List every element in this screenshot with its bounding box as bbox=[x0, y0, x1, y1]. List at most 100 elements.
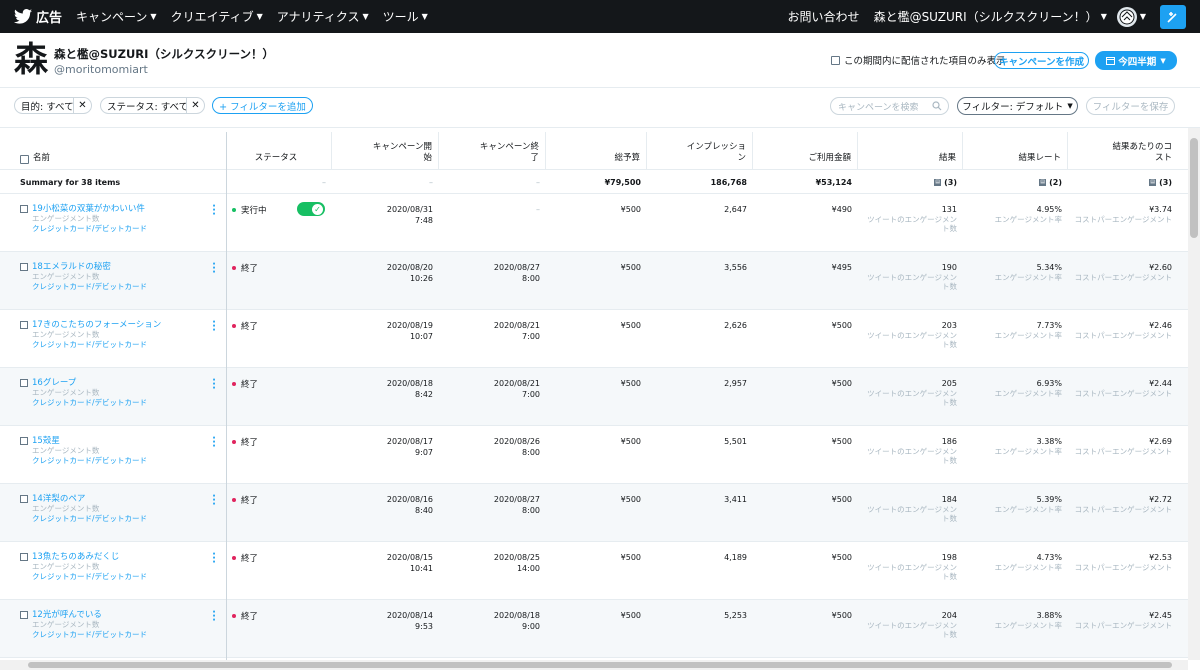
period-button[interactable]: 今四半期 ▼ bbox=[1095, 51, 1177, 70]
campaign-name-link[interactable]: 14洋梨のペア bbox=[32, 494, 232, 504]
campaign-payment[interactable]: クレジットカード/デビットカード bbox=[32, 456, 232, 466]
campaign-name-link[interactable]: 15殻星 bbox=[32, 436, 232, 446]
campaign-name-link[interactable]: 18エメラルドの秘密 bbox=[32, 262, 232, 272]
header-name[interactable]: 名前 bbox=[0, 132, 226, 170]
more-options-icon[interactable]: · · · bbox=[211, 492, 217, 510]
header-rate[interactable]: 結果レート bbox=[963, 132, 1068, 170]
cost-cell: ¥2.69 コストパーエンゲージメント bbox=[1068, 436, 1178, 456]
end-cell: 2020/08/27 8:00 bbox=[439, 494, 546, 516]
campaign-name-cell: 16グレープ エンゲージメント数 クレジットカード/デビットカード bbox=[32, 378, 232, 408]
campaign-payment[interactable]: クレジットカード/デビットカード bbox=[32, 572, 232, 582]
row-checkbox[interactable] bbox=[20, 437, 28, 445]
vertical-scrollbar[interactable] bbox=[1188, 128, 1200, 660]
end-date: 2020/08/21 bbox=[493, 321, 540, 330]
campaign-payment[interactable]: クレジットカード/デビットカード bbox=[32, 340, 232, 350]
create-campaign-button[interactable]: キャンペーンを作成 bbox=[994, 52, 1089, 69]
row-checkbox[interactable] bbox=[20, 495, 28, 503]
nav-contact[interactable]: お問い合わせ bbox=[788, 8, 860, 25]
campaign-name-link[interactable]: 12光が呼んでいる bbox=[32, 610, 232, 620]
cost-value: ¥2.53 bbox=[1149, 553, 1172, 562]
summary-impressions: 186,768 bbox=[710, 177, 747, 187]
header-spend[interactable]: ご利用金額 bbox=[753, 132, 858, 170]
compose-button[interactable] bbox=[1160, 4, 1186, 29]
nav-tools[interactable]: ツール ▼ bbox=[383, 8, 428, 25]
start-date: 2020/08/19 bbox=[386, 321, 433, 330]
period-only-checkbox[interactable]: この期間内に配信された項目のみ表示 bbox=[831, 53, 1006, 67]
results-value: 205 bbox=[941, 379, 957, 388]
campaign-toggle[interactable]: ✓ bbox=[297, 202, 325, 216]
filter-default-dropdown[interactable]: フィルター: デフォルト ▼ bbox=[957, 97, 1078, 115]
campaign-name-link[interactable]: 13魚たちのあみだくじ bbox=[32, 552, 232, 562]
row-checkbox[interactable] bbox=[20, 553, 28, 561]
save-filter-button[interactable]: フィルターを保存 bbox=[1086, 97, 1175, 115]
campaign-payment[interactable]: クレジットカード/デビットカード bbox=[32, 282, 232, 292]
close-icon[interactable]: ✕ bbox=[186, 98, 204, 113]
more-options-icon[interactable]: · · · bbox=[211, 202, 217, 220]
row-checkbox[interactable] bbox=[20, 205, 28, 213]
row-checkbox[interactable] bbox=[20, 263, 28, 271]
campaign-name-link[interactable]: 19小松菜の双葉がかわいい件 bbox=[32, 204, 232, 214]
header-results[interactable]: 結果 bbox=[858, 132, 963, 170]
results-badge-icon: ▤ bbox=[1149, 178, 1157, 186]
campaign-payment[interactable]: クレジットカード/デビットカード bbox=[32, 224, 232, 234]
more-options-icon[interactable]: · · · bbox=[211, 318, 217, 336]
campaign-objective: エンゲージメント数 bbox=[32, 272, 100, 281]
add-filter-button[interactable]: + フィルターを追加 bbox=[212, 97, 313, 114]
status-cell: 実行中 bbox=[232, 204, 267, 216]
chevron-down-icon: ▼ bbox=[256, 12, 263, 21]
scrollbar-thumb[interactable] bbox=[28, 662, 1172, 668]
header-cost[interactable]: 結果あたりのコスト bbox=[1068, 132, 1178, 170]
rate-cell: 7.73% エンゲージメント率 bbox=[963, 320, 1068, 340]
rate-sub: エンゲージメント率 bbox=[994, 505, 1062, 514]
nav-account-menu[interactable]: 森と檻@SUZURI（シルクスクリーン！） ▼ bbox=[874, 8, 1107, 25]
more-options-icon[interactable]: · · · bbox=[211, 260, 217, 278]
brand[interactable]: 広告 bbox=[14, 7, 62, 26]
objective-filter-label: 目的: すべて bbox=[21, 101, 74, 113]
row-checkbox[interactable] bbox=[20, 379, 28, 387]
end-cell: 2020/08/26 8:00 bbox=[439, 436, 546, 458]
header-end[interactable]: キャンペーン終了 bbox=[439, 132, 546, 170]
campaign-name-link[interactable]: 16グレープ bbox=[32, 378, 232, 388]
start-date: 2020/08/20 bbox=[386, 263, 433, 272]
more-options-icon[interactable]: · · · bbox=[211, 376, 217, 394]
horizontal-scrollbar[interactable] bbox=[0, 660, 1188, 670]
campaign-search-input[interactable]: キャンペーンを検索 bbox=[830, 97, 949, 115]
spend-cell: ¥500 bbox=[831, 553, 852, 562]
status-label: 終了 bbox=[241, 612, 259, 622]
campaign-name-link[interactable]: 17きのこたちのフォーメーション bbox=[32, 320, 232, 330]
more-options-icon[interactable]: · · · bbox=[211, 608, 217, 626]
rate-value: 3.88% bbox=[1036, 611, 1062, 620]
start-time: 10:41 bbox=[409, 564, 433, 573]
avatar-menu[interactable]: ▼ bbox=[1116, 6, 1146, 27]
campaign-payment[interactable]: クレジットカード/デビットカード bbox=[32, 398, 232, 408]
header-impressions[interactable]: インプレッション bbox=[647, 132, 753, 170]
header-start[interactable]: キャンペーン開始 bbox=[332, 132, 439, 170]
campaign-objective: エンゲージメント数 bbox=[32, 446, 100, 455]
nav-analytics[interactable]: アナリティクス ▼ bbox=[277, 8, 369, 25]
spend-cell: ¥500 bbox=[831, 437, 852, 446]
more-options-icon[interactable]: · · · bbox=[211, 550, 217, 568]
results-sub: ツイートのエンゲージメント数 bbox=[867, 505, 957, 523]
select-all-checkbox[interactable] bbox=[20, 155, 29, 164]
more-options-icon[interactable]: · · · bbox=[211, 434, 217, 452]
summary-label: Summary for 38 items bbox=[20, 177, 121, 187]
end-date: 2020/08/27 bbox=[493, 495, 540, 504]
search-placeholder: キャンペーンを検索 bbox=[838, 102, 919, 113]
scrollbar-thumb[interactable] bbox=[1190, 138, 1198, 238]
close-icon[interactable]: ✕ bbox=[73, 98, 91, 113]
status-dot bbox=[232, 382, 236, 386]
nav-campaigns-label: キャンペーン bbox=[76, 10, 148, 24]
nav-creatives[interactable]: クリエイティブ ▼ bbox=[171, 8, 263, 25]
status-label: 終了 bbox=[241, 380, 259, 390]
nav-campaigns[interactable]: キャンペーン ▼ bbox=[76, 8, 157, 25]
header-status[interactable]: ステータス bbox=[227, 132, 332, 170]
campaign-payment[interactable]: クレジットカード/デビットカード bbox=[32, 514, 232, 524]
campaign-payment[interactable]: クレジットカード/デビットカード bbox=[32, 630, 232, 640]
row-checkbox[interactable] bbox=[20, 611, 28, 619]
end-date: 2020/08/18 bbox=[493, 611, 540, 620]
status-filter[interactable]: ステータス: すべて ✕ bbox=[100, 97, 205, 114]
table-header: 名前 ステータス キャンペーン開始 キャンペーン終了 総予算 インプレッション … bbox=[0, 132, 1188, 170]
objective-filter[interactable]: 目的: すべて ✕ bbox=[14, 97, 92, 114]
header-budget[interactable]: 総予算 bbox=[546, 132, 647, 170]
row-checkbox[interactable] bbox=[20, 321, 28, 329]
